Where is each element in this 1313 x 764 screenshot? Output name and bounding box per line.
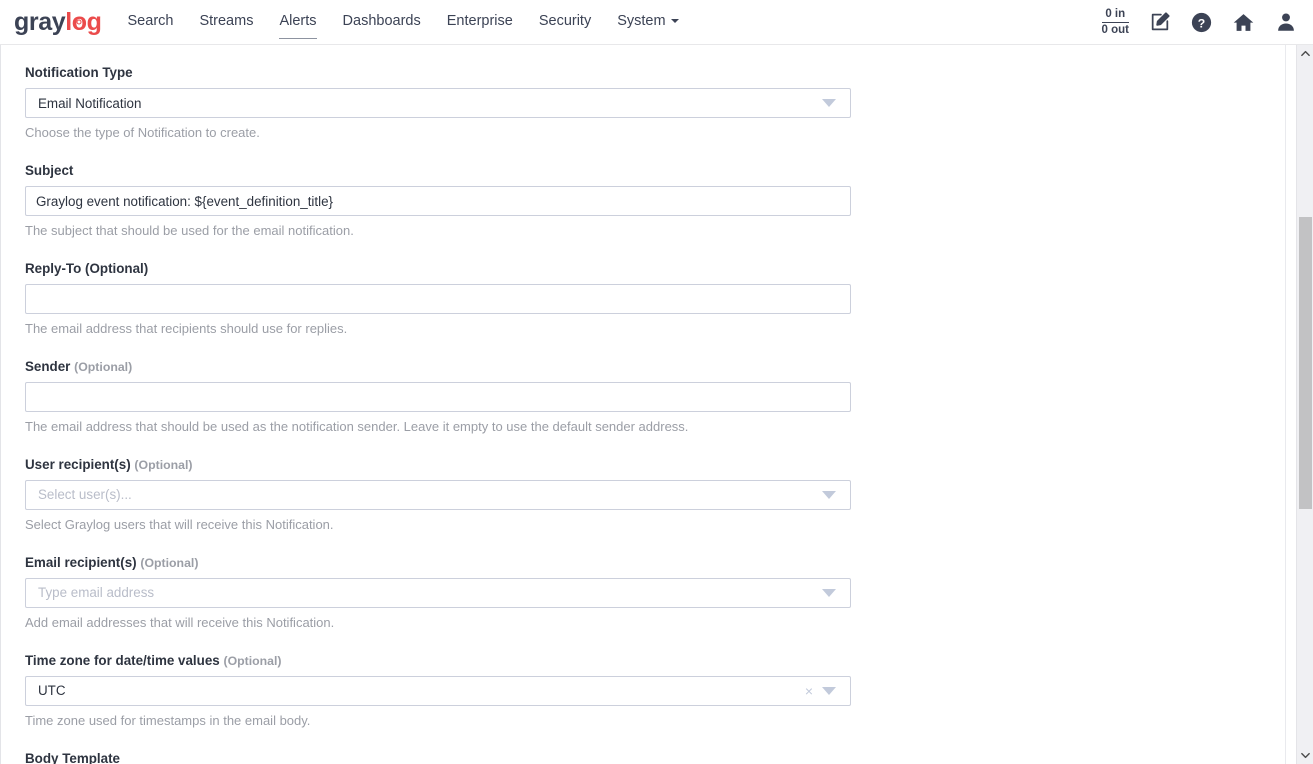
reply-to-help: The email address that recipients should…	[25, 321, 348, 337]
chevron-down-icon	[670, 18, 679, 23]
traffic-indicator[interactable]: 0 in 0 out	[1101, 7, 1129, 38]
timezone-label-text: Time zone for date/time values	[25, 652, 220, 668]
home-icon[interactable]	[1232, 11, 1255, 34]
traffic-in: 0 in	[1101, 7, 1129, 23]
timezone-optional-tag: (Optional)	[223, 653, 282, 668]
nav-link-security[interactable]: Security	[539, 14, 591, 31]
chevron-down-icon	[822, 686, 836, 695]
nav-links: Search Streams Alerts Dashboards Enterpr…	[128, 0, 705, 44]
nav-link-dashboards[interactable]: Dashboards	[343, 14, 421, 31]
logo-letter-g: g	[86, 7, 102, 36]
subject-input[interactable]: Graylog event notification: ${event_defi…	[25, 186, 851, 217]
chevron-down-icon	[822, 490, 836, 499]
timezone-select[interactable]: UTC ×	[25, 675, 851, 706]
sender-label-text: Sender	[25, 358, 71, 374]
reply-to-label: Reply-To (Optional)	[25, 261, 831, 277]
sender-help: The email address that should be used as…	[25, 418, 689, 434]
field-user-recipients: User recipient(s) (Optional) Select user…	[25, 457, 851, 534]
nav-link-system-label: System	[617, 12, 666, 29]
timezone-help: Time zone used for timestamps in the ema…	[25, 712, 311, 728]
scroll-down-icon[interactable]	[1297, 747, 1313, 764]
clear-icon[interactable]: ×	[805, 684, 813, 698]
email-recipients-label: Email recipient(s) (Optional)	[25, 555, 831, 571]
chevron-down-icon	[822, 588, 836, 597]
traffic-out-value: 0 out	[1101, 24, 1129, 36]
nav-link-alerts[interactable]: Alerts	[279, 14, 317, 39]
reply-to-label-text: Reply-To (Optional)	[25, 260, 149, 276]
edit-icon[interactable]	[1149, 11, 1171, 33]
field-timezone: Time zone for date/time values (Optional…	[25, 653, 851, 730]
user-recipients-label: User recipient(s) (Optional)	[25, 457, 831, 473]
subject-label: Subject	[25, 162, 74, 178]
notification-type-value: Email Notification	[38, 95, 142, 111]
traffic-in-value: 0 in	[1105, 7, 1126, 20]
logo-dot-icon	[76, 19, 82, 25]
user-recipients-optional-tag: (Optional)	[134, 457, 193, 472]
sender-optional-tag: (Optional)	[74, 359, 133, 374]
field-email-recipients: Email recipient(s) (Optional) Type email…	[25, 555, 851, 632]
reply-to-input[interactable]	[25, 284, 851, 315]
logo-letter-o-wrap: o	[72, 9, 87, 35]
top-navbar: graylog Search Streams Alerts Dashboards…	[0, 0, 1313, 45]
nav-link-enterprise[interactable]: Enterprise	[447, 14, 513, 31]
email-recipients-label-text: Email recipient(s)	[25, 554, 137, 570]
help-icon[interactable]: ?	[1191, 12, 1212, 33]
field-body-template: Body Template	[25, 751, 831, 764]
page-body: Notification Type Email Notification Cho…	[0, 45, 1313, 764]
notification-type-help: Choose the type of Notification to creat…	[25, 125, 260, 141]
user-recipients-label-text: User recipient(s)	[25, 456, 131, 472]
nav-link-system[interactable]: System	[617, 12, 679, 31]
email-notification-form: Notification Type Email Notification Cho…	[1, 45, 851, 764]
svg-text:?: ?	[1198, 16, 1205, 30]
logo-text-gray: gray	[14, 7, 66, 36]
field-notification-type: Notification Type Email Notification Cho…	[25, 65, 851, 142]
chevron-down-icon	[822, 99, 836, 108]
scroll-up-icon[interactable]	[1297, 45, 1313, 62]
notification-type-select[interactable]: Email Notification	[25, 88, 851, 119]
subject-help: The subject that should be used for the …	[25, 223, 354, 239]
email-recipients-placeholder: Type email address	[38, 585, 155, 601]
navbar-right: 0 in 0 out ?	[1101, 7, 1297, 38]
email-recipients-optional-tag: (Optional)	[140, 555, 199, 570]
email-recipients-help: Add email addresses that will receive th…	[25, 614, 335, 630]
notification-form-pane: Notification Type Email Notification Cho…	[0, 45, 1286, 764]
scrollbar-thumb[interactable]	[1299, 217, 1312, 509]
page-scrollbar[interactable]	[1296, 45, 1313, 764]
user-recipients-placeholder: Select user(s)...	[38, 487, 132, 503]
email-recipients-select[interactable]: Type email address	[25, 577, 851, 608]
nav-link-streams[interactable]: Streams	[199, 14, 253, 31]
user-recipients-help: Select Graylog users that will receive t…	[25, 516, 334, 532]
body-template-label: Body Template	[25, 750, 120, 764]
field-reply-to: Reply-To (Optional) The email address th…	[25, 261, 851, 338]
sender-label: Sender (Optional)	[25, 359, 831, 375]
traffic-out: 0 out	[1102, 23, 1129, 37]
timezone-label: Time zone for date/time values (Optional…	[25, 653, 831, 669]
timezone-value: UTC	[38, 683, 66, 699]
field-subject: Subject Graylog event notification: ${ev…	[25, 162, 851, 240]
field-sender: Sender (Optional) The email address that…	[25, 359, 851, 436]
sender-input[interactable]	[25, 381, 851, 412]
notification-type-label: Notification Type	[25, 65, 133, 80]
user-recipients-select[interactable]: Select user(s)...	[25, 479, 851, 510]
nav-link-search[interactable]: Search	[128, 14, 174, 31]
graylog-logo[interactable]: graylog	[14, 7, 102, 36]
user-icon[interactable]	[1275, 11, 1297, 33]
logo-text-log: log	[65, 7, 102, 36]
